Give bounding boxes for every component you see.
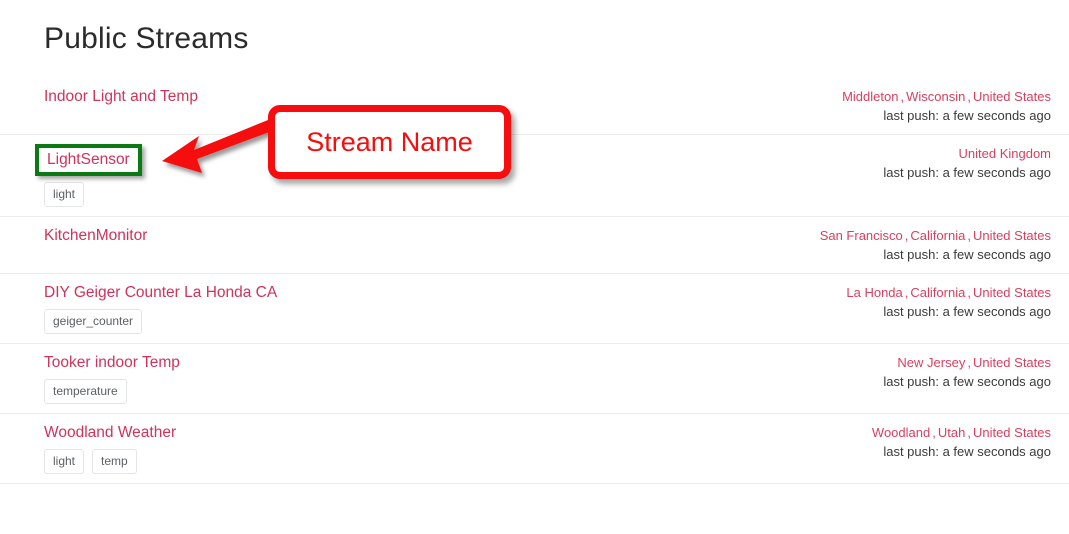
stream-tag-list: temperature bbox=[44, 379, 127, 404]
location-separator: , bbox=[967, 355, 971, 370]
last-push-text: last push: a few seconds ago bbox=[883, 444, 1051, 459]
stream-name-link[interactable]: Tooker indoor Temp bbox=[44, 353, 180, 373]
stream-info: Tooker indoor Temp temperature bbox=[44, 353, 180, 404]
stream-location: La Honda, California, United States bbox=[846, 284, 1051, 302]
stream-row: DIY Geiger Counter La Honda CA geiger_cou… bbox=[0, 274, 1069, 344]
stream-tag[interactable]: geiger_counter bbox=[44, 309, 143, 334]
stream-location: Woodland, Utah, United States bbox=[872, 424, 1051, 442]
stream-meta: Middleton, Wisconsin, United States last pu… bbox=[842, 87, 1051, 125]
page-title: Public Streams bbox=[44, 22, 249, 55]
location-separator: , bbox=[967, 425, 971, 440]
stream-row-inner: Woodland Weather light temp Woodland, Utah, U… bbox=[44, 423, 1051, 474]
location-separator: , bbox=[967, 285, 971, 300]
stream-tag[interactable]: light bbox=[44, 182, 85, 207]
public-streams-page: Public Streams Indoor Light and Temp Midd… bbox=[0, 0, 1069, 534]
stream-row: LightSensor light United Kingdom last push:… bbox=[0, 135, 1069, 217]
stream-info: Indoor Light and Temp bbox=[44, 87, 198, 107]
stream-location: Middleton, Wisconsin, United States bbox=[842, 88, 1051, 106]
location-link[interactable]: New Jersey bbox=[897, 355, 965, 370]
location-separator: , bbox=[967, 89, 971, 104]
location-link[interactable]: California bbox=[910, 228, 965, 243]
stream-name-link[interactable]: Indoor Light and Temp bbox=[44, 87, 198, 107]
location-separator: , bbox=[967, 228, 971, 243]
stream-tag[interactable]: temp bbox=[92, 449, 137, 474]
stream-row: KitchenMonitor San Francisco, California, U… bbox=[0, 217, 1069, 274]
location-separator: , bbox=[900, 89, 905, 104]
stream-tag-list: light temp bbox=[44, 449, 137, 474]
stream-tag-list: light bbox=[44, 182, 85, 207]
location-separator: , bbox=[932, 425, 936, 440]
stream-row: Indoor Light and Temp Middleton, Wisconsin… bbox=[0, 78, 1069, 135]
stream-row-inner: DIY Geiger Counter La Honda CA geiger_cou… bbox=[44, 283, 1051, 334]
stream-tag[interactable]: light bbox=[44, 449, 85, 474]
stream-tag-list: geiger_counter bbox=[44, 309, 143, 334]
location-link[interactable]: United States bbox=[973, 228, 1051, 243]
stream-name-link[interactable]: LightSensor bbox=[47, 149, 130, 170]
location-link[interactable]: La Honda bbox=[846, 285, 902, 300]
stream-row-inner: Tooker indoor Temp temperature New Jersey,… bbox=[44, 353, 1051, 404]
stream-name-link[interactable]: Woodland Weather bbox=[44, 423, 176, 443]
stream-meta: San Francisco, California, United States la… bbox=[820, 226, 1051, 264]
location-link[interactable]: Woodland bbox=[872, 425, 930, 440]
highlight-box: LightSensor bbox=[35, 144, 142, 176]
stream-name-link[interactable]: DIY Geiger Counter La Honda CA bbox=[44, 283, 277, 303]
stream-row: Tooker indoor Temp temperature New Jersey,… bbox=[0, 344, 1069, 414]
stream-info: DIY Geiger Counter La Honda CA geiger_cou… bbox=[44, 283, 277, 334]
stream-tag[interactable]: temperature bbox=[44, 379, 127, 404]
location-link[interactable]: United States bbox=[973, 425, 1051, 440]
stream-meta: La Honda, California, United States last pu… bbox=[846, 283, 1051, 321]
last-push-text: last push: a few seconds ago bbox=[883, 247, 1051, 262]
last-push-text: last push: a few seconds ago bbox=[883, 108, 1051, 123]
stream-row-inner: KitchenMonitor San Francisco, California, U… bbox=[44, 226, 1051, 264]
stream-info: KitchenMonitor bbox=[44, 226, 147, 246]
location-link[interactable]: Wisconsin bbox=[906, 89, 965, 104]
stream-list: Indoor Light and Temp Middleton, Wisconsin… bbox=[0, 78, 1069, 484]
stream-row: Woodland Weather light temp Woodland, Utah, U… bbox=[0, 414, 1069, 484]
stream-location: New Jersey, United States bbox=[883, 354, 1051, 372]
location-link[interactable]: United States bbox=[973, 89, 1051, 104]
last-push-text: last push: a few seconds ago bbox=[883, 165, 1051, 180]
stream-info: Woodland Weather light temp bbox=[44, 423, 176, 474]
stream-meta: Woodland, Utah, United States last push: a … bbox=[872, 423, 1051, 461]
stream-location: United Kingdom bbox=[883, 145, 1052, 163]
location-link[interactable]: Middleton bbox=[842, 89, 898, 104]
last-push-text: last push: a few seconds ago bbox=[883, 304, 1051, 319]
stream-info: LightSensor light bbox=[35, 144, 142, 207]
stream-meta: New Jersey, United States last push: a few… bbox=[883, 353, 1051, 391]
location-link[interactable]: Utah bbox=[938, 425, 965, 440]
location-link[interactable]: California bbox=[910, 285, 965, 300]
stream-name-link[interactable]: KitchenMonitor bbox=[44, 226, 147, 246]
location-link[interactable]: San Francisco bbox=[820, 228, 903, 243]
last-push-text: last push: a few seconds ago bbox=[883, 374, 1051, 389]
stream-meta: United Kingdom last push: a few seconds a… bbox=[883, 144, 1051, 182]
location-link[interactable]: United States bbox=[973, 285, 1051, 300]
location-link[interactable]: United Kingdom bbox=[959, 146, 1052, 161]
stream-location: San Francisco, California, United States bbox=[820, 227, 1051, 245]
location-link[interactable]: United States bbox=[973, 355, 1051, 370]
stream-row-inner: Indoor Light and Temp Middleton, Wisconsin… bbox=[44, 87, 1051, 125]
stream-row-inner: LightSensor light United Kingdom last push:… bbox=[35, 144, 1051, 207]
